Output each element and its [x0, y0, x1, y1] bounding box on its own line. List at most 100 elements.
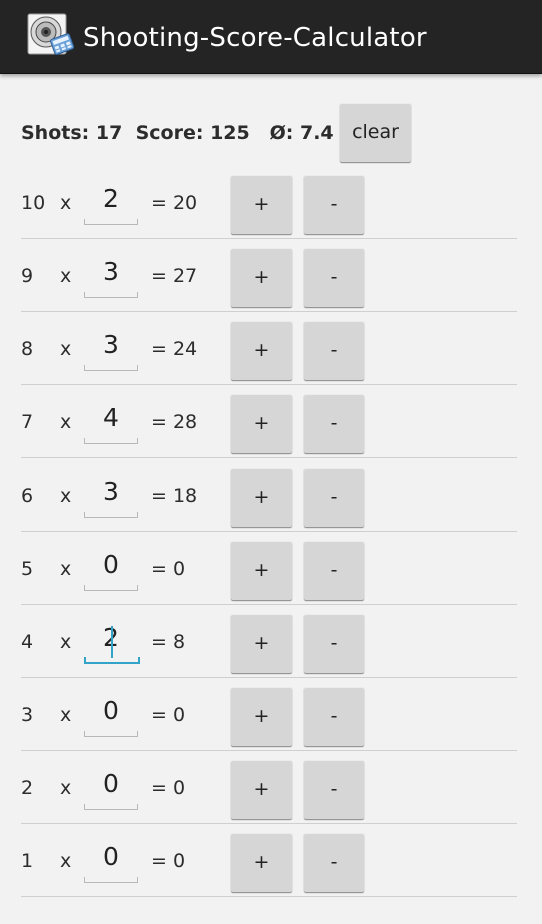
shot-count-field[interactable]: 0 [84, 547, 138, 591]
score-row: 6 x 3 = 18 + - [0, 466, 542, 539]
shot-count-field[interactable]: 0 [84, 693, 138, 737]
shot-count-value[interactable]: 0 [84, 839, 138, 875]
shot-count-field[interactable]: 3 [84, 474, 138, 518]
increment-button[interactable]: + [231, 321, 292, 380]
row-result: = 28 [151, 410, 197, 434]
row-divider [21, 604, 517, 605]
clear-button[interactable]: clear [340, 103, 411, 162]
decrement-button[interactable]: - [304, 394, 364, 453]
ring-value: 3 [21, 704, 34, 726]
result-value: 0 [172, 704, 186, 726]
score-row: 5 x 0 = 0 + - [0, 539, 542, 612]
times-sign: x [60, 192, 72, 214]
equals-sign: = [151, 558, 167, 580]
decrement-button[interactable]: - [304, 541, 364, 600]
result-value: 18 [172, 485, 198, 507]
equals-sign: = [151, 338, 167, 360]
shots-value: 17 [95, 122, 123, 144]
field-underline [84, 731, 138, 737]
decrement-button[interactable]: - [304, 321, 364, 380]
result-value: 28 [172, 411, 198, 433]
times-sign: x [60, 704, 72, 726]
decrement-button[interactable]: - [304, 248, 364, 307]
shot-count-value[interactable]: 3 [84, 474, 138, 510]
score-summary: Shots: 17 Score: 125 Ø: 7.4 [21, 121, 334, 145]
row-result: = 0 [151, 703, 185, 727]
shot-count-value[interactable]: 3 [84, 254, 138, 290]
shot-count-value[interactable]: 4 [84, 400, 138, 436]
row-divider [21, 384, 517, 385]
row-divider [21, 531, 517, 532]
row-result: = 27 [151, 264, 197, 288]
field-underline [84, 512, 138, 518]
shot-count-value[interactable]: 3 [84, 327, 138, 363]
row-divider [21, 823, 517, 824]
field-underline [84, 804, 138, 810]
decrement-button[interactable]: - [304, 687, 364, 746]
shot-count-field[interactable]: 3 [84, 327, 138, 371]
ring-value: 10 [21, 192, 46, 214]
shot-count-value[interactable]: 0 [84, 547, 138, 583]
increment-button[interactable]: + [231, 541, 292, 600]
ring-value: 8 [21, 338, 34, 360]
times-sign: x [60, 411, 72, 433]
equals-sign: = [151, 265, 167, 287]
score-row: 7 x 4 = 28 + - [0, 392, 542, 465]
ring-value: 7 [21, 411, 34, 433]
shot-count-value[interactable]: 2 [84, 181, 138, 217]
row-divider [21, 896, 517, 897]
field-underline [84, 877, 138, 883]
result-value: 24 [172, 338, 198, 360]
increment-button[interactable]: + [231, 833, 292, 892]
result-value: 8 [172, 631, 186, 653]
shot-count-field[interactable]: 3 [84, 254, 138, 298]
decrement-button[interactable]: - [304, 614, 364, 673]
average-label: Ø: [269, 122, 294, 144]
row-result: = 0 [151, 776, 185, 800]
times-sign: x [60, 631, 72, 653]
row-divider [21, 457, 517, 458]
shot-count-field-focused[interactable]: 2 [84, 620, 140, 664]
shot-count-value[interactable]: 0 [84, 693, 138, 729]
increment-button[interactable]: + [231, 614, 292, 673]
times-sign: x [60, 558, 72, 580]
row-divider [21, 311, 517, 312]
increment-button[interactable]: + [231, 468, 292, 527]
row-divider [21, 238, 517, 239]
result-value: 20 [172, 192, 198, 214]
row-result: = 8 [151, 630, 185, 654]
decrement-button[interactable]: - [304, 760, 364, 819]
row-result: = 20 [151, 191, 197, 215]
increment-button[interactable]: + [231, 687, 292, 746]
decrement-button[interactable]: - [304, 833, 364, 892]
decrement-button[interactable]: - [304, 468, 364, 527]
increment-button[interactable]: + [231, 394, 292, 453]
ring-value: 1 [21, 850, 34, 872]
shot-count-field[interactable]: 0 [84, 839, 138, 883]
times-sign: x [60, 850, 72, 872]
ring-value: 9 [21, 265, 34, 287]
increment-button[interactable]: + [231, 760, 292, 819]
row-result: = 0 [151, 557, 185, 581]
increment-button[interactable]: + [231, 175, 292, 234]
field-underline [84, 219, 138, 225]
score-row: 9 x 3 = 27 + - [0, 246, 542, 319]
ring-value: 4 [21, 631, 34, 653]
row-divider [21, 677, 517, 678]
increment-button[interactable]: + [231, 248, 292, 307]
ring-value: 2 [21, 777, 34, 799]
action-bar: Shooting-Score-Calculator [0, 0, 542, 74]
shot-count-field[interactable]: 4 [84, 400, 138, 444]
target-calculator-icon[interactable] [24, 12, 74, 62]
shot-count-value[interactable]: 0 [84, 766, 138, 802]
equals-sign: = [151, 485, 167, 507]
times-sign: x [60, 265, 72, 287]
shot-count-field[interactable]: 0 [84, 766, 138, 810]
field-underline [84, 365, 138, 371]
shot-count-field[interactable]: 2 [84, 181, 138, 225]
times-sign: x [60, 485, 72, 507]
field-underline [84, 438, 138, 444]
row-divider [21, 750, 517, 751]
decrement-button[interactable]: - [304, 175, 364, 234]
times-sign: x [60, 338, 72, 360]
